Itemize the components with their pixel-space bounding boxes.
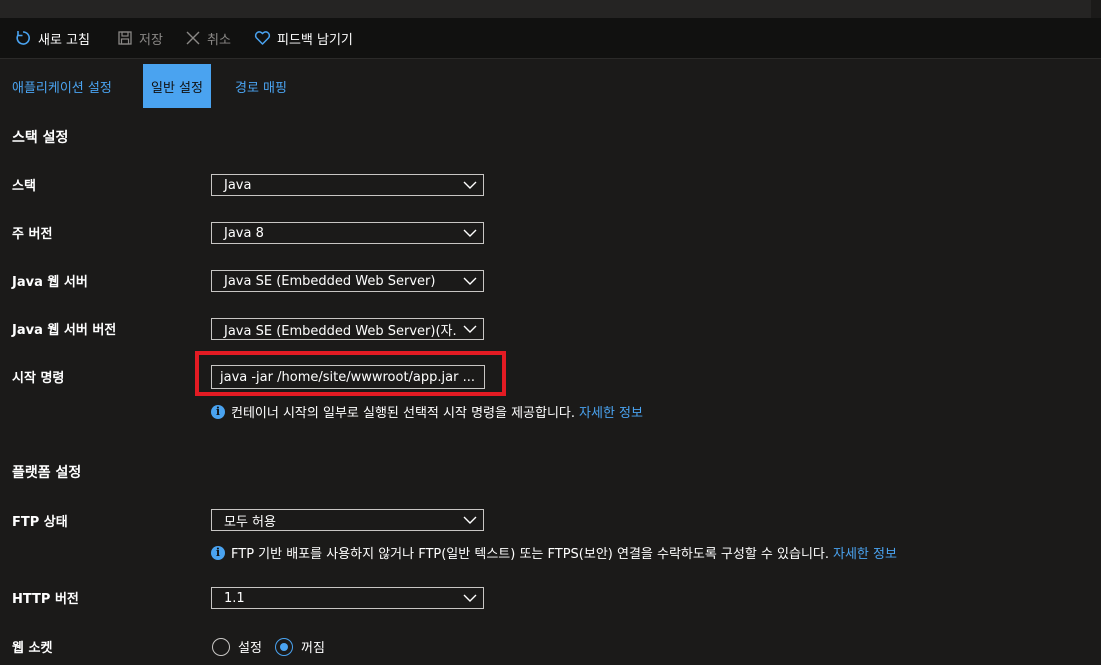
stack-value: Java [224,177,252,193]
stack-label: 스택 [12,179,36,194]
java-web-server-version-value: Java SE (Embedded Web Server)(자... [224,323,457,339]
learn-more-link[interactable]: 자세한 정보 [833,543,897,562]
top-strip [0,0,1101,18]
radio-circle [275,637,293,656]
tab-label: 일반 설정 [151,80,203,96]
chevron-down-icon [457,181,483,189]
startup-command-label: 시작 명령 [12,371,65,386]
learn-more-link[interactable]: 자세한 정보 [579,402,643,421]
ftp-state-label: FTP 상태 [12,515,68,530]
settings-tabs: 애플리케이션 설정 일반 설정 경로 매핑 [0,64,1101,108]
close-icon [186,31,200,45]
chevron-down-icon [457,516,483,524]
tab-general-settings[interactable]: 일반 설정 [143,64,211,108]
java-web-server-dropdown[interactable]: Java SE (Embedded Web Server) [211,270,484,292]
cancel-label: 취소 [207,32,231,48]
chevron-down-icon [457,325,483,333]
java-web-server-version-label: Java 웹 서버 버전 [12,323,117,338]
ftp-state-dropdown[interactable]: 모두 허용 [211,509,484,531]
feedback-label: 피드백 남기기 [277,32,353,48]
tab-label: 경로 매핑 [235,80,287,96]
heart-icon [254,31,271,45]
tab-app-settings[interactable]: 애플리케이션 설정 [12,64,112,108]
http-version-value: 1.1 [224,590,245,606]
java-web-server-value: Java SE (Embedded Web Server) [224,273,436,289]
save-label: 저장 [139,32,163,48]
radio-label: 꺼짐 [301,641,325,656]
platform-settings-title: 플랫폼 설정 [12,465,82,481]
chevron-down-icon [457,277,483,285]
http-version-label: HTTP 버전 [12,592,79,607]
chevron-down-icon [457,594,483,602]
major-version-value: Java 8 [224,225,264,241]
http-version-dropdown[interactable]: 1.1 [211,587,484,609]
major-version-dropdown[interactable]: Java 8 [211,222,484,244]
ftp-state-value: 모두 허용 [224,514,276,530]
stack-dropdown[interactable]: Java [211,174,484,196]
feedback-button[interactable]: 피드백 남기기 [254,18,353,58]
web-sockets-off-radio[interactable]: 꺼짐 [275,637,325,656]
web-sockets-on-radio[interactable]: 설정 [212,637,262,656]
tab-path-mappings[interactable]: 경로 매핑 [235,64,287,108]
cancel-button[interactable]: 취소 [185,18,231,58]
java-web-server-label: Java 웹 서버 [12,275,88,290]
refresh-button[interactable]: 새로 고침 [14,18,90,58]
web-sockets-label: 웹 소켓 [12,641,53,656]
java-web-server-version-dropdown[interactable]: Java SE (Embedded Web Server)(자... [211,318,484,340]
chevron-down-icon [457,229,483,237]
info-icon: i [211,545,225,560]
startup-command-info-text: 컨테이너 시작의 일부로 실행된 선택적 시작 명령을 제공합니다. [231,406,576,421]
radio-label: 설정 [238,641,262,656]
ftp-state-info: i FTP 기반 배포를 사용하지 않거나 FTP(일반 텍스트) 또는 FTP… [211,543,897,562]
save-button[interactable]: 저장 [117,18,163,58]
refresh-icon [16,31,30,45]
highlight-box [195,351,506,396]
major-version-label: 주 버전 [12,227,53,242]
save-icon [118,31,132,45]
startup-command-info: i 컨테이너 시작의 일부로 실행된 선택적 시작 명령을 제공합니다. 자세한… [211,402,643,421]
command-bar: 새로 고침 저장 취소 피드백 남기기 [0,18,1101,59]
tab-label: 애플리케이션 설정 [12,80,112,96]
stack-settings-title: 스택 설정 [12,130,69,146]
info-icon: i [211,404,225,419]
radio-circle [212,637,230,656]
ftp-state-info-text: FTP 기반 배포를 사용하지 않거나 FTP(일반 텍스트) 또는 FTPS(… [231,547,829,562]
refresh-label: 새로 고침 [38,32,90,48]
